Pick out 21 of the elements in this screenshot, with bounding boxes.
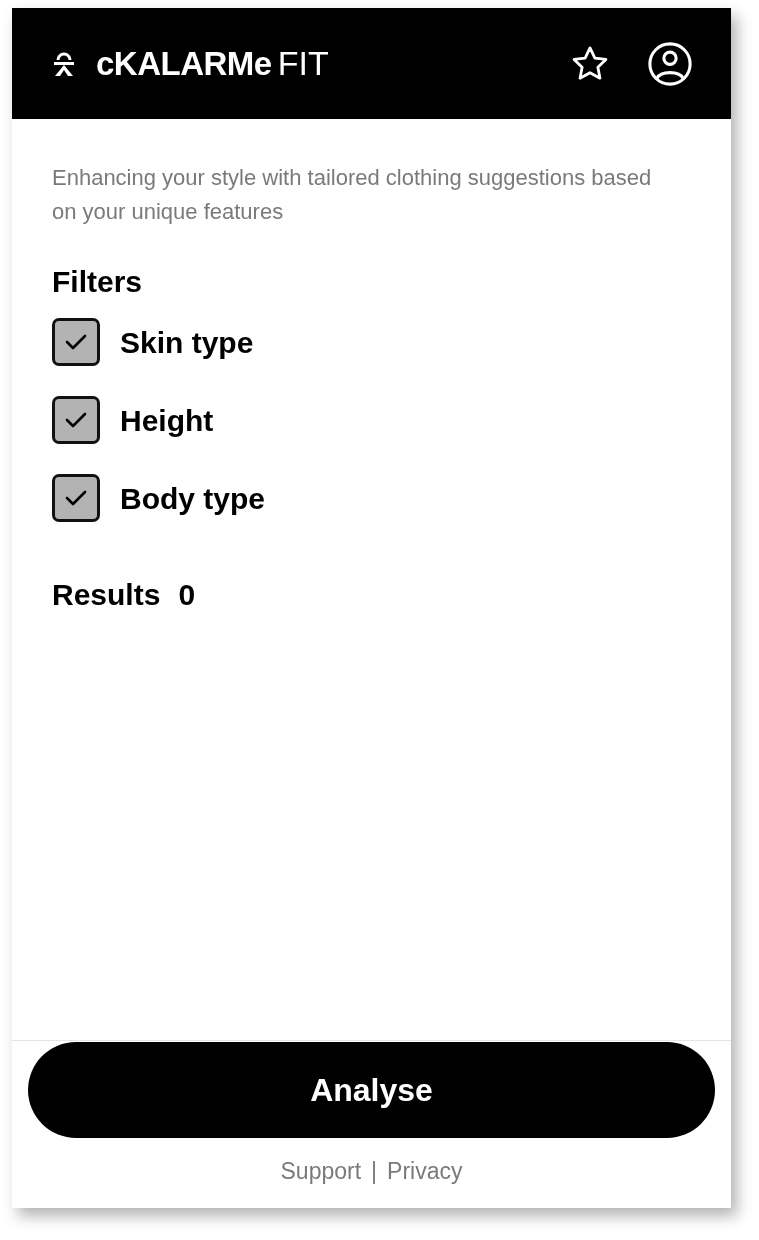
analyse-button[interactable]: Analyse xyxy=(28,1041,715,1138)
filter-label: Skin type xyxy=(120,324,254,361)
checkbox[interactable] xyxy=(52,318,100,366)
checkmark-icon xyxy=(65,411,87,429)
results-count: 0 xyxy=(178,577,196,613)
brand-suffix: FIT xyxy=(277,43,329,84)
filters-heading: Filters xyxy=(52,264,144,300)
user-icon xyxy=(647,40,693,87)
footer-link[interactable]: Privacy xyxy=(387,1153,463,1188)
checkbox[interactable] xyxy=(52,396,100,444)
checkmark-icon xyxy=(65,489,87,507)
footer-link[interactable]: Support xyxy=(280,1153,362,1188)
profile-button[interactable] xyxy=(647,40,693,87)
checkmark-icon xyxy=(65,333,87,351)
separator-text: | xyxy=(371,1156,378,1186)
brand-name: cKALARMe xyxy=(96,43,272,84)
results-label: Results xyxy=(52,577,161,613)
filter-label: Height xyxy=(120,402,214,439)
checkbox[interactable] xyxy=(52,474,100,522)
tagline-text: Enhancing your style with tailored clothing suggestions based on your unique features xyxy=(52,164,652,226)
filter-label: Body type xyxy=(120,480,266,517)
